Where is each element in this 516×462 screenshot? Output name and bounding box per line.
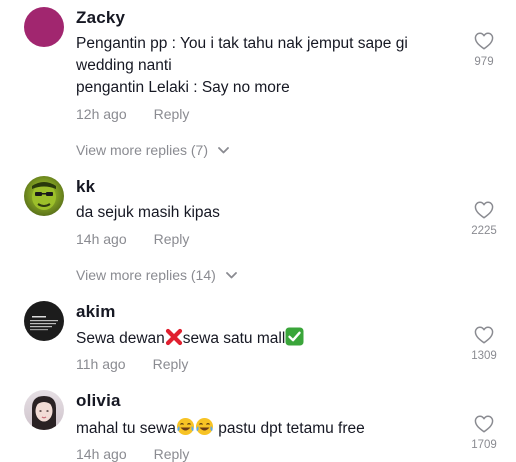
heart-outline-icon[interactable] — [474, 32, 494, 50]
like-count: 1309 — [471, 350, 497, 362]
comment-text-line: pengantin Lelaki : Say no more — [76, 79, 290, 96]
avatar-face-graphic — [32, 182, 56, 210]
chevron-down-icon — [218, 146, 229, 154]
comment-text-segment: pastu dpt tetamu free — [213, 420, 365, 437]
like-count: 2225 — [471, 225, 497, 237]
comment-text-line: Pengantin pp : You i tak tahu nak jemput… — [76, 35, 408, 52]
view-more-replies-label: View more replies (14) — [76, 267, 216, 283]
heart-outline-icon[interactable] — [474, 326, 494, 344]
view-more-replies-label: View more replies (7) — [76, 142, 209, 158]
comment-meta: 12h ago Reply — [76, 106, 189, 122]
heart-outline-icon[interactable] — [474, 415, 494, 433]
green-check-mark-emoji — [285, 327, 304, 346]
avatar[interactable] — [24, 176, 64, 216]
reply-button[interactable]: Reply — [154, 446, 190, 462]
comment-username[interactable]: kk — [76, 177, 95, 197]
comment-username[interactable]: Zacky — [76, 8, 125, 28]
like-control: 2225 — [464, 201, 504, 237]
red-cross-mark-emoji — [165, 328, 182, 346]
tears-of-joy-emoji — [176, 418, 194, 435]
chevron-down-icon — [225, 271, 237, 279]
avatar-face-graphic — [32, 396, 56, 430]
avatar[interactable] — [24, 301, 64, 341]
comment-text-line: da sejuk masih kipas — [76, 204, 220, 221]
avatar-text-graphic — [30, 316, 58, 331]
comment-timestamp: 11h ago — [76, 356, 126, 372]
comment-timestamp: 14h ago — [76, 231, 127, 247]
comment-meta: 14h ago Reply — [76, 446, 189, 462]
comment-meta: 14h ago Reply — [76, 231, 189, 247]
heart-outline-icon[interactable] — [474, 201, 494, 219]
comment-text-segment: sewa satu mall — [182, 330, 286, 347]
comment-username[interactable]: olivia — [76, 391, 121, 411]
comment-meta: 11h ago Reply — [76, 356, 188, 372]
like-count: 979 — [474, 56, 494, 68]
comment-text-segment: Sewa dewan — [76, 330, 165, 347]
comment-timestamp: 14h ago — [76, 446, 127, 462]
comment-timestamp: 12h ago — [76, 106, 127, 122]
avatar[interactable] — [24, 7, 64, 47]
view-more-replies-button[interactable]: View more replies (14) — [76, 267, 237, 283]
avatar[interactable] — [24, 390, 64, 430]
reply-button[interactable]: Reply — [154, 231, 190, 247]
reply-button[interactable]: Reply — [153, 356, 189, 372]
comment-text-line: Sewa dewan sewa satu mall — [76, 327, 304, 348]
reply-button[interactable]: Reply — [154, 106, 190, 122]
like-control: 1309 — [464, 326, 504, 362]
comment-text-segment: mahal tu sewa — [76, 420, 176, 437]
comment-username[interactable]: akim — [76, 302, 116, 322]
tears-of-joy-emoji — [195, 418, 213, 435]
like-control: 979 — [464, 32, 504, 68]
like-control: 1709 — [464, 415, 504, 451]
comment-text-line: wedding nanti — [76, 57, 172, 74]
like-count: 1709 — [471, 439, 497, 451]
view-more-replies-button[interactable]: View more replies (7) — [76, 142, 229, 158]
comment-text-line: mahal tu sewa pastu dpt tetamu free — [76, 417, 365, 438]
